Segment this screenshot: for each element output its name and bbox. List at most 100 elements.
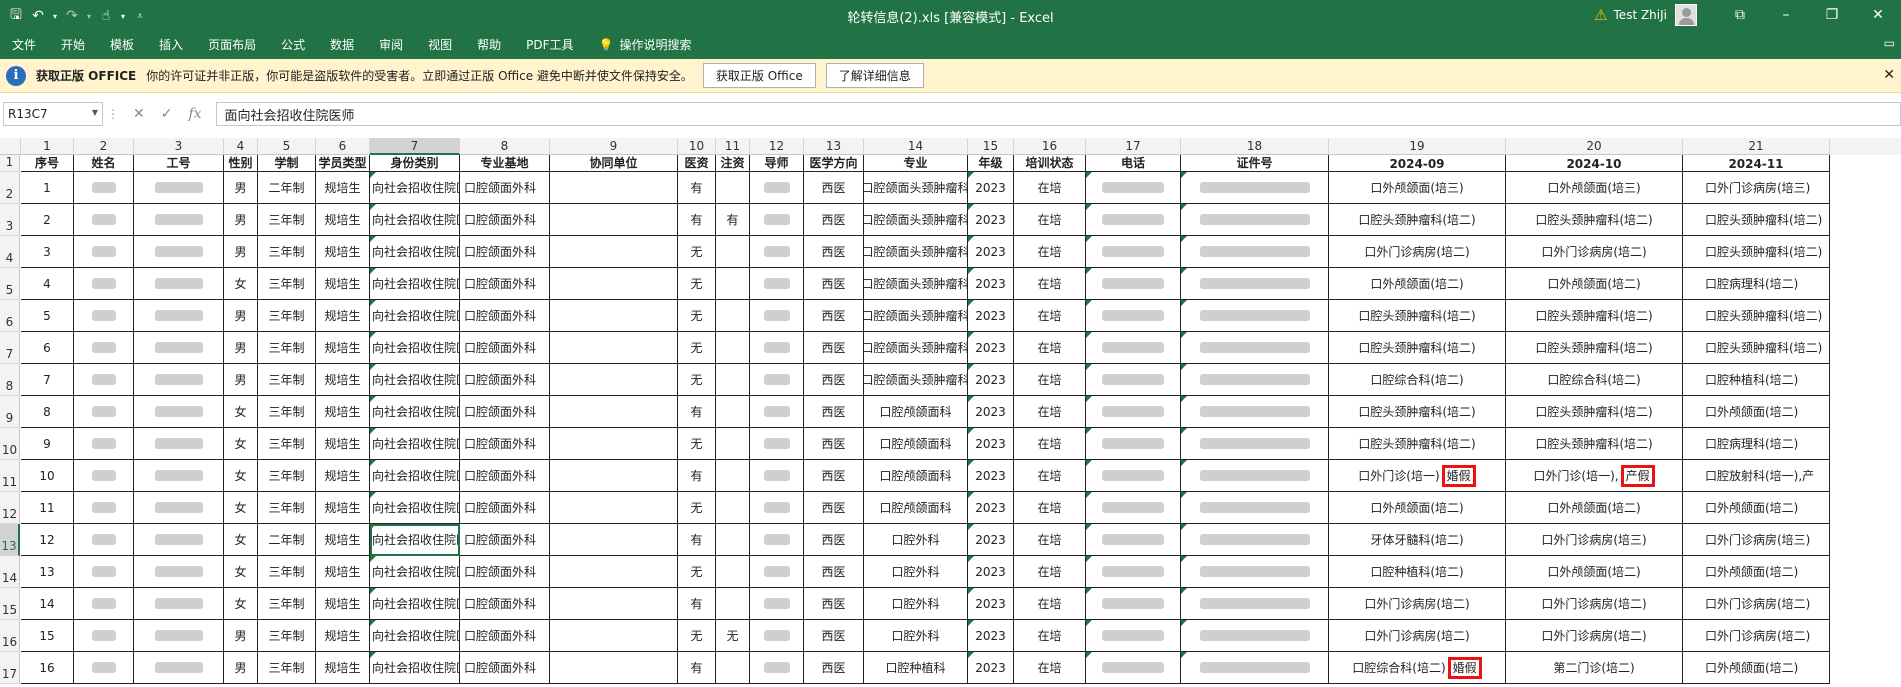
table-cell[interactable]: 2023 xyxy=(968,524,1014,556)
table-cell[interactable]: 口外门诊病房(培二) xyxy=(1683,588,1830,620)
table-cell[interactable] xyxy=(1086,428,1181,460)
table-cell[interactable]: 在培 xyxy=(1014,268,1086,300)
tab-view[interactable]: 视图 xyxy=(428,36,452,53)
table-cell[interactable] xyxy=(750,524,804,556)
table-cell[interactable]: 口腔颌面外科 xyxy=(460,524,550,556)
table-cell[interactable] xyxy=(74,268,134,300)
table-cell[interactable]: 西医 xyxy=(804,364,864,396)
table-cell[interactable] xyxy=(750,556,804,588)
table-cell[interactable]: 规培生 xyxy=(316,588,370,620)
table-cell[interactable] xyxy=(134,492,224,524)
table-cell[interactable]: 口外颅颌面(培二) xyxy=(1683,556,1830,588)
table-cell[interactable]: 规培生 xyxy=(316,460,370,492)
table-cell[interactable] xyxy=(716,524,750,556)
table-cell[interactable] xyxy=(550,332,678,364)
header-cell[interactable]: 姓名 xyxy=(74,155,134,172)
table-cell[interactable] xyxy=(134,268,224,300)
table-cell[interactable]: 口腔颌面外科 xyxy=(460,588,550,620)
table-cell[interactable] xyxy=(1086,524,1181,556)
table-cell[interactable]: 口腔颌面外科 xyxy=(460,460,550,492)
row-header[interactable]: 2 xyxy=(0,172,20,204)
table-cell[interactable]: 向社会招收住院医 xyxy=(370,396,460,428)
table-cell[interactable]: 三年制 xyxy=(258,428,316,460)
learn-more-button[interactable]: 了解详细信息 xyxy=(825,63,924,88)
table-cell[interactable] xyxy=(1181,268,1329,300)
table-cell[interactable]: 口腔颌面外科 xyxy=(460,172,550,204)
table-cell[interactable] xyxy=(134,172,224,204)
table-cell[interactable]: 向社会招收住院医 xyxy=(370,492,460,524)
table-cell[interactable]: 在培 xyxy=(1014,396,1086,428)
row-header[interactable]: 10 xyxy=(0,428,20,460)
table-cell[interactable]: 向社会招收住院医 xyxy=(370,300,460,332)
table-cell[interactable]: 口腔颅颌面科 xyxy=(864,460,968,492)
table-cell[interactable]: 口外颅颌面(培二) xyxy=(1683,492,1830,524)
column-header[interactable]: 19 xyxy=(1329,138,1506,155)
table-cell[interactable] xyxy=(550,620,678,652)
table-cell[interactable]: 女 xyxy=(224,460,258,492)
table-cell[interactable]: 口外颅颌面(培三) xyxy=(1329,172,1506,204)
table-cell[interactable]: 在培 xyxy=(1014,300,1086,332)
table-cell[interactable]: 口腔颌面外科 xyxy=(460,428,550,460)
table-cell[interactable]: 女 xyxy=(224,588,258,620)
table-cell[interactable]: 13 xyxy=(21,556,74,588)
table-cell[interactable]: 西医 xyxy=(804,652,864,684)
table-cell[interactable] xyxy=(74,588,134,620)
table-cell[interactable]: 向社会招收住院医 xyxy=(370,172,460,204)
table-cell[interactable]: 向社会招收住院医 xyxy=(370,556,460,588)
header-cell[interactable]: 学员类型 xyxy=(316,155,370,172)
table-cell[interactable]: 向社会招收住院医 xyxy=(370,620,460,652)
table-cell[interactable]: 6 xyxy=(21,332,74,364)
table-cell[interactable] xyxy=(1181,204,1329,236)
table-cell[interactable] xyxy=(716,492,750,524)
table-cell[interactable]: 口腔颌面头颈肿瘤科 xyxy=(864,268,968,300)
table-cell[interactable]: 15 xyxy=(21,620,74,652)
table-cell[interactable]: 2023 xyxy=(968,652,1014,684)
table-cell[interactable] xyxy=(1086,460,1181,492)
table-cell[interactable] xyxy=(74,652,134,684)
table-cell[interactable]: 口腔颌面头颈肿瘤科 xyxy=(864,332,968,364)
table-cell[interactable] xyxy=(134,460,224,492)
table-cell[interactable] xyxy=(134,428,224,460)
table-cell[interactable]: 2023 xyxy=(968,300,1014,332)
table-cell[interactable]: 女 xyxy=(224,524,258,556)
table-cell[interactable]: 2023 xyxy=(968,396,1014,428)
column-header[interactable]: 21 xyxy=(1683,138,1830,155)
table-cell[interactable]: 有 xyxy=(716,204,750,236)
drag-handle-icon[interactable]: ⋮ xyxy=(103,107,123,121)
table-cell[interactable]: 二年制 xyxy=(258,172,316,204)
table-cell[interactable]: 三年制 xyxy=(258,396,316,428)
table-cell[interactable]: 规培生 xyxy=(316,236,370,268)
table-cell[interactable] xyxy=(134,204,224,236)
table-cell[interactable] xyxy=(716,364,750,396)
table-cell[interactable]: 口腔颅颌面科 xyxy=(864,428,968,460)
table-cell[interactable] xyxy=(74,524,134,556)
table-cell[interactable]: 有 xyxy=(678,204,716,236)
table-cell[interactable]: 口腔颌面外科 xyxy=(460,364,550,396)
column-header[interactable]: 10 xyxy=(678,138,716,155)
table-cell[interactable] xyxy=(1086,492,1181,524)
table-cell[interactable]: 口腔颌面头颈肿瘤科 xyxy=(864,364,968,396)
table-cell[interactable]: 有 xyxy=(678,588,716,620)
table-cell[interactable]: 口腔综合科(培二) xyxy=(1329,364,1506,396)
table-cell[interactable]: 规培生 xyxy=(316,332,370,364)
table-cell[interactable]: 女 xyxy=(224,428,258,460)
column-header[interactable]: 17 xyxy=(1086,138,1181,155)
table-cell[interactable]: 口腔外科 xyxy=(864,524,968,556)
row-header[interactable]: 13 xyxy=(0,524,20,556)
table-cell[interactable] xyxy=(1181,428,1329,460)
table-cell[interactable]: 口腔颌面外科 xyxy=(460,204,550,236)
table-cell[interactable]: 2023 xyxy=(968,492,1014,524)
table-cell[interactable] xyxy=(550,268,678,300)
table-cell[interactable]: 在培 xyxy=(1014,588,1086,620)
table-cell[interactable]: 第二门诊(培二) xyxy=(1506,652,1683,684)
table-cell[interactable]: 向社会招收住院医 xyxy=(370,268,460,300)
table-cell[interactable]: 口外门诊(培一) 婚假 xyxy=(1329,460,1506,492)
table-cell[interactable] xyxy=(1086,620,1181,652)
table-cell[interactable]: 口腔头颈肿瘤科(培二) xyxy=(1506,204,1683,236)
column-header[interactable]: 18 xyxy=(1181,138,1329,155)
table-cell[interactable]: 口腔放射科(培一),产 xyxy=(1683,460,1830,492)
table-cell[interactable] xyxy=(134,332,224,364)
table-cell[interactable]: 三年制 xyxy=(258,588,316,620)
table-cell[interactable] xyxy=(750,172,804,204)
table-cell[interactable]: 向社会招收住院医 xyxy=(370,652,460,684)
